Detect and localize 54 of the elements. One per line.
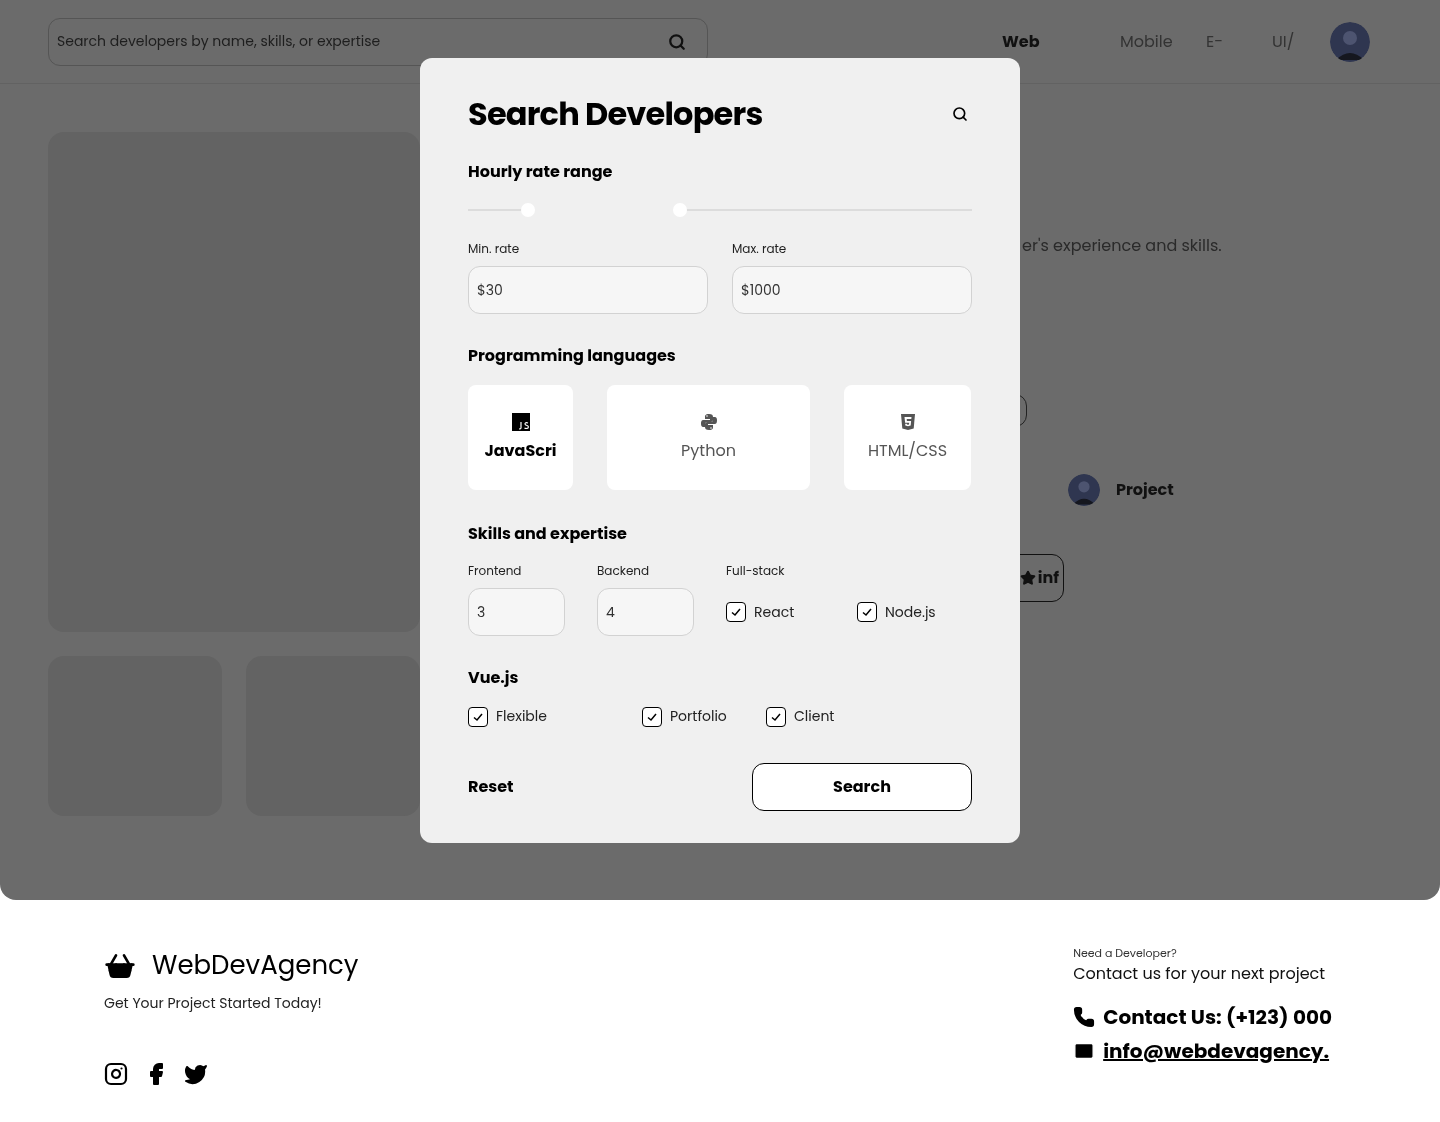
description-text: er's experience and skills. bbox=[1022, 234, 1222, 258]
check-icon bbox=[861, 606, 873, 618]
field-label: Full-stack bbox=[726, 562, 786, 580]
cta-caption: Need a Developer? bbox=[1073, 945, 1178, 962]
instagram-icon[interactable] bbox=[104, 1062, 128, 1086]
checkbox[interactable] bbox=[766, 706, 786, 727]
checkbox-label: Client bbox=[794, 706, 835, 727]
checkbox[interactable] bbox=[468, 706, 488, 727]
section-heading: Programming languages bbox=[468, 344, 677, 368]
search-icon[interactable] bbox=[952, 106, 968, 122]
checkbox-label: Portfolio bbox=[670, 706, 727, 727]
section-heading: Hourly rate range bbox=[468, 160, 614, 184]
tagline: Get Your Project Started Today! bbox=[104, 993, 323, 1014]
slider-thumb[interactable] bbox=[672, 203, 687, 217]
star-icon bbox=[1019, 570, 1036, 586]
checkbox[interactable] bbox=[726, 602, 746, 622]
checkbox[interactable] bbox=[642, 706, 662, 727]
checkbox[interactable] bbox=[857, 602, 877, 622]
checkbox-label: Node.js bbox=[885, 601, 936, 623]
reset-button[interactable]: Reset bbox=[468, 775, 514, 799]
field-label: Min. rate bbox=[468, 240, 521, 258]
range-slider[interactable] bbox=[468, 202, 972, 218]
check-icon bbox=[730, 606, 742, 618]
twitter-icon[interactable] bbox=[184, 1062, 208, 1086]
js-icon bbox=[511, 412, 530, 431]
profile-label: Project bbox=[1116, 478, 1174, 502]
brand-name: WebDevAgency bbox=[152, 946, 359, 985]
email-link[interactable]: info@webdevagency. bbox=[1103, 1035, 1330, 1066]
section-heading: Vue.js bbox=[468, 666, 520, 690]
search-button[interactable]: Search bbox=[752, 763, 972, 811]
number-input[interactable]: 3 bbox=[468, 588, 565, 636]
python-icon bbox=[699, 412, 718, 431]
language-card[interactable]: HTML/CSS bbox=[844, 385, 971, 490]
field-label: Frontend bbox=[468, 562, 523, 580]
search-field[interactable]: Search developers by name, skills, or expertise bbox=[48, 17, 708, 66]
rate-input[interactable]: $30 bbox=[468, 266, 708, 314]
field-label: Backend bbox=[597, 562, 651, 580]
section-heading: Skills and expertise bbox=[468, 522, 628, 546]
phone-text: Contact Us: (+123) 000 bbox=[1103, 1001, 1332, 1032]
checkbox-label: Flexible bbox=[496, 706, 547, 727]
rate-input[interactable]: $1000 bbox=[732, 266, 972, 314]
field-label: Max. rate bbox=[732, 240, 788, 258]
html5-icon bbox=[899, 412, 916, 431]
cta-text: Contact us for your next project bbox=[1073, 961, 1327, 986]
number-input[interactable]: 4 bbox=[597, 588, 694, 636]
dialog-title: Search Developers bbox=[468, 90, 763, 138]
checkbox-label: React bbox=[754, 601, 795, 623]
language-card[interactable]: JavaScri bbox=[468, 385, 573, 490]
phone-icon bbox=[1073, 1005, 1096, 1028]
profile-avatar bbox=[1068, 474, 1100, 506]
language-card[interactable]: Python bbox=[607, 385, 810, 490]
slider-thumb[interactable] bbox=[521, 203, 536, 217]
nav-tab[interactable]: Web bbox=[1002, 29, 1120, 54]
user-avatar bbox=[1330, 21, 1370, 62]
